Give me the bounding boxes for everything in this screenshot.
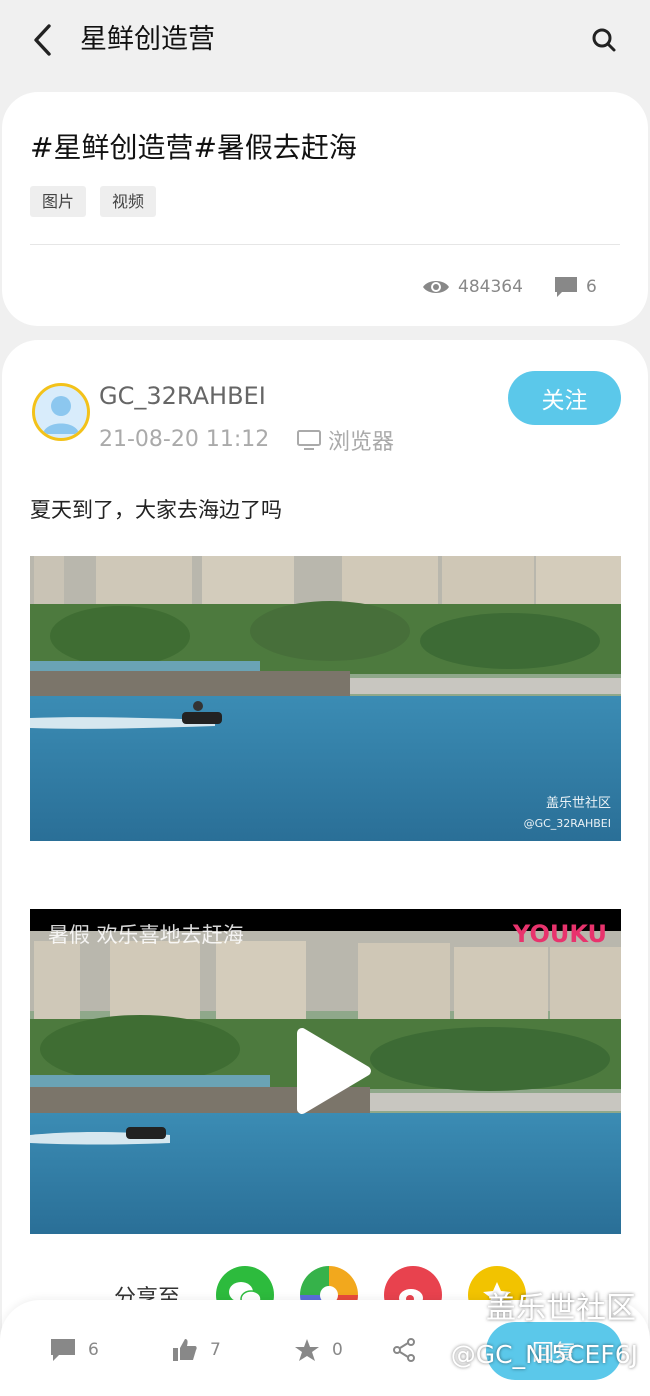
comment-count: 6	[88, 1340, 99, 1360]
back-button[interactable]	[24, 20, 60, 60]
post-card: GC_32RAHBEI 21-08-20 11:12 浏览器 关注 夏天到了，大…	[2, 340, 648, 1396]
chevron-left-icon	[34, 24, 51, 56]
star-icon	[295, 1339, 319, 1361]
thumbs-up-icon	[173, 1339, 197, 1361]
video-caption: 暑假 欢乐喜地去赶海	[48, 923, 244, 947]
comment-icon	[555, 277, 577, 297]
photo-watermark-line1: 盖乐世社区	[545, 796, 611, 811]
follow-button[interactable]: 关注	[508, 371, 621, 425]
share-button[interactable]	[392, 1336, 428, 1364]
seaside-photo	[30, 556, 621, 841]
comment-button[interactable]: 6	[50, 1336, 99, 1364]
username[interactable]: GC_32RAHBEI	[99, 380, 266, 412]
top-bar: 星鲜创造营	[0, 0, 650, 80]
post-text: 夏天到了，大家去海边了吗	[30, 498, 282, 522]
tag-images[interactable]: 图片	[30, 186, 87, 217]
device-label: 浏览器	[328, 430, 395, 455]
search-button[interactable]	[586, 22, 622, 58]
site-watermark-handle: @GC_NI5CEF6J	[450, 1340, 638, 1369]
topic-title: #星鲜创造营#暑假去赶海	[30, 131, 357, 164]
page-title: 星鲜创造营	[80, 24, 215, 55]
youku-logo: YOUKU	[512, 920, 607, 948]
views-stat: 484364	[422, 272, 523, 302]
comment-icon	[51, 1339, 75, 1361]
search-icon	[592, 28, 616, 52]
like-count: 7	[210, 1340, 221, 1360]
play-icon[interactable]	[296, 1027, 374, 1117]
share-icon	[393, 1338, 415, 1362]
favorite-button[interactable]: 0	[294, 1336, 343, 1364]
divider	[30, 244, 620, 245]
comments-count: 6	[586, 277, 597, 297]
topic-card: #星鲜创造营#暑假去赶海 图片 视频 484364 6	[2, 92, 648, 326]
user-avatar-icon	[43, 396, 79, 434]
site-watermark: 盖乐世社区	[486, 1291, 636, 1326]
post-photo[interactable]: 盖乐世社区 @GC_32RAHBEI	[30, 556, 621, 841]
comments-stat: 6	[554, 272, 597, 302]
monitor-icon	[297, 430, 321, 450]
like-button[interactable]: 7	[172, 1336, 221, 1364]
avatar[interactable]	[32, 383, 90, 441]
photo-watermark-line2: @GC_32RAHBEI	[523, 817, 611, 830]
eye-icon	[423, 281, 449, 293]
favorite-count: 0	[332, 1340, 343, 1360]
device-info: 浏览器	[296, 424, 394, 456]
tag-videos[interactable]: 视频	[100, 186, 157, 217]
post-time: 21-08-20 11:12	[99, 427, 270, 452]
post-video[interactable]: 暑假 欢乐喜地去赶海 YOUKU	[30, 909, 621, 1234]
views-count: 484364	[458, 277, 523, 297]
